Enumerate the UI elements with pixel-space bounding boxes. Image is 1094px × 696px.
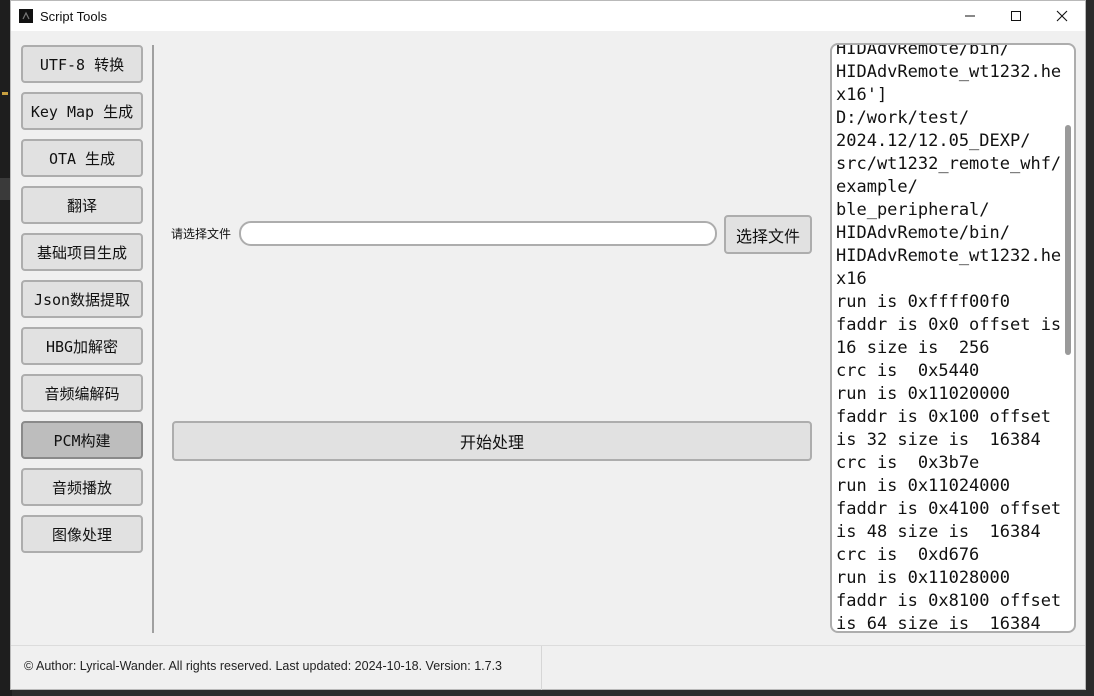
log-text: HIDAdvRemote/bin/ HIDAdvRemote_wt1232.he…: [836, 43, 1062, 633]
sidebar-item-keymap-generate[interactable]: Key Map 生成: [21, 92, 143, 130]
status-footer: © Author: Lyrical-Wander. All rights res…: [24, 659, 502, 673]
sidebar-item-hbg-crypto[interactable]: HBG加解密: [21, 327, 143, 365]
close-icon: [1056, 10, 1068, 22]
app-icon: [19, 9, 33, 23]
sidebar-item-base-project[interactable]: 基础项目生成: [21, 233, 143, 271]
sidebar-item-pcm-build[interactable]: PCM构建: [21, 421, 143, 459]
file-select-label: 请选择文件: [171, 227, 232, 241]
title-bar[interactable]: Script Tools: [11, 1, 1085, 31]
sidebar-item-audio-play[interactable]: 音频播放: [21, 468, 143, 506]
window-controls: [947, 1, 1085, 31]
log-scrollbar[interactable]: [1063, 45, 1073, 631]
log-output[interactable]: HIDAdvRemote/bin/ HIDAdvRemote_wt1232.he…: [830, 43, 1076, 633]
footer-divider: [541, 646, 542, 690]
sidebar-item-translate[interactable]: 翻译: [21, 186, 143, 224]
app-window: Script Tools UTF-8 转换 Key Map 生成 OTA 生成 …: [10, 0, 1086, 690]
minimize-button[interactable]: [947, 1, 993, 31]
minimize-icon: [965, 15, 975, 17]
sidebar-item-audio-codec[interactable]: 音频编解码: [21, 374, 143, 412]
maximize-button[interactable]: [993, 1, 1039, 31]
sidebar-divider: [152, 45, 154, 633]
window-title: Script Tools: [40, 8, 107, 24]
background-editor-mark: [2, 92, 8, 95]
sidebar-item-ota-generate[interactable]: OTA 生成: [21, 139, 143, 177]
sidebar: UTF-8 转换 Key Map 生成 OTA 生成 翻译 基础项目生成 Jso…: [21, 45, 143, 562]
close-button[interactable]: [1039, 1, 1085, 31]
footer-separator: [11, 645, 1085, 646]
sidebar-item-utf8-convert[interactable]: UTF-8 转换: [21, 45, 143, 83]
sidebar-item-json-extract[interactable]: Json数据提取: [21, 280, 143, 318]
choose-file-button[interactable]: 选择文件: [724, 215, 812, 254]
file-path-input[interactable]: [239, 221, 717, 246]
maximize-icon: [1011, 11, 1021, 21]
sidebar-item-image-process[interactable]: 图像处理: [21, 515, 143, 553]
start-process-button[interactable]: 开始处理: [172, 421, 812, 461]
log-scroll-thumb[interactable]: [1065, 125, 1071, 355]
